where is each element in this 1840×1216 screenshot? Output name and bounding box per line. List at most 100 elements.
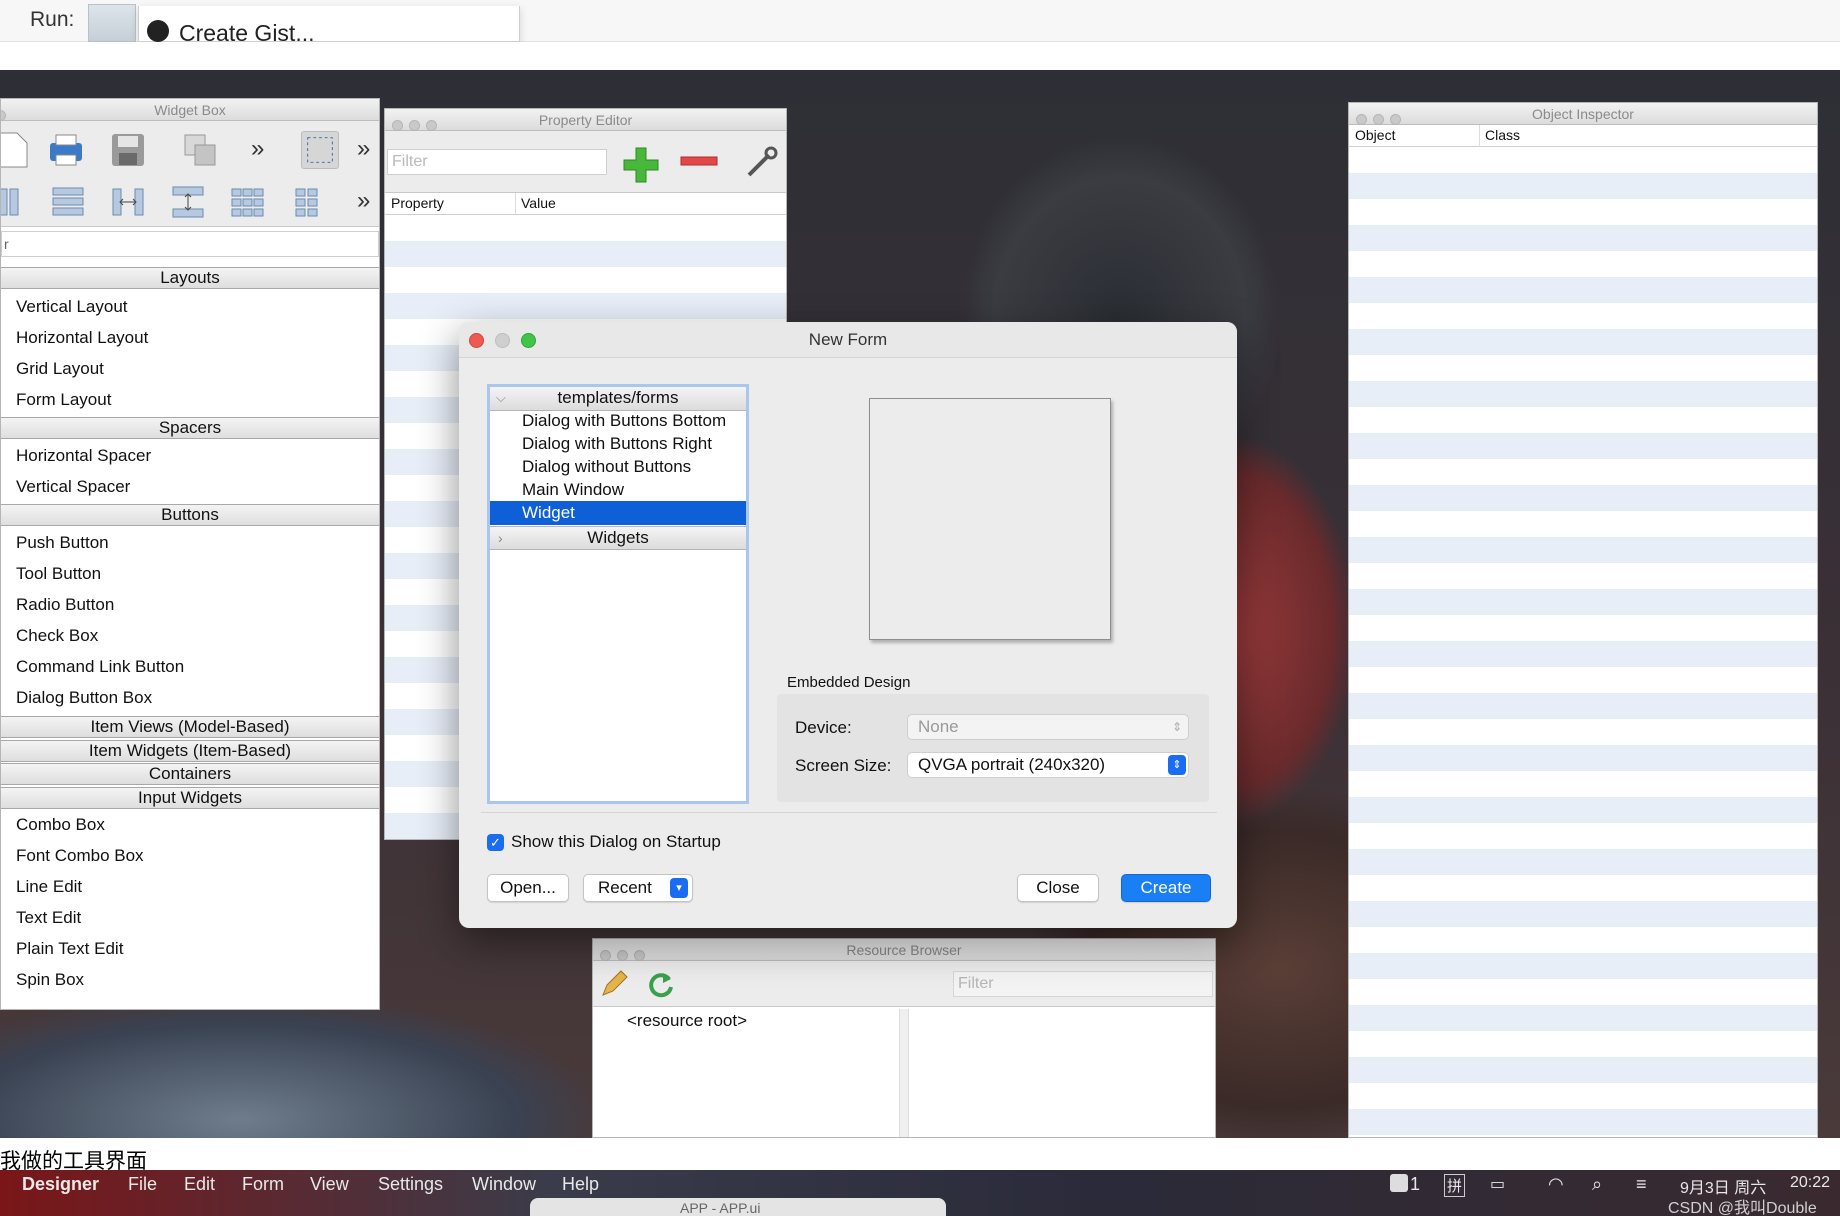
- menu-form[interactable]: Form: [242, 1174, 284, 1195]
- widget-item[interactable]: Text Edit: [16, 908, 81, 928]
- control-center-icon[interactable]: ≡: [1636, 1174, 1647, 1195]
- status-app-icon[interactable]: [1390, 1174, 1408, 1192]
- layout-splitter-h-icon[interactable]: [109, 183, 147, 221]
- widget-item[interactable]: Combo Box: [16, 815, 105, 835]
- widget-item[interactable]: Font Combo Box: [16, 846, 144, 866]
- resource-browser-title: Resource Browser: [846, 942, 962, 958]
- copy-icon[interactable]: [181, 131, 219, 169]
- configure-icon[interactable]: [745, 145, 779, 179]
- close-button[interactable]: Close: [1017, 874, 1099, 902]
- select-arrows-icon: ⇕: [1171, 720, 1182, 734]
- property-editor-titlebar[interactable]: Property Editor: [385, 109, 786, 131]
- menu-time[interactable]: 20:22: [1790, 1174, 1830, 1192]
- zoom-window-icon[interactable]: [521, 333, 536, 348]
- wifi-icon[interactable]: ◠: [1548, 1174, 1564, 1195]
- class-column-header[interactable]: Class: [1485, 127, 1520, 143]
- open-button[interactable]: Open...: [487, 874, 569, 902]
- category-spacers[interactable]: Spacers: [1, 417, 379, 439]
- layout-horizontal-icon[interactable]: [0, 183, 33, 221]
- ide-top-strip: Run: Create Gist...: [0, 0, 1840, 46]
- widget-item[interactable]: Push Button: [16, 533, 109, 553]
- property-filter-input[interactable]: Filter: [387, 149, 607, 175]
- template-item[interactable]: Main Window: [490, 478, 746, 502]
- template-item[interactable]: Dialog with Buttons Right: [490, 432, 746, 456]
- widget-item[interactable]: Command Link Button: [16, 657, 184, 677]
- menu-window[interactable]: Window: [472, 1174, 536, 1195]
- overflow-icon-2[interactable]: »: [357, 135, 370, 163]
- create-button[interactable]: Create: [1121, 874, 1211, 902]
- category-item-widgets[interactable]: Item Widgets (Item-Based): [1, 740, 379, 762]
- print-icon[interactable]: [47, 131, 85, 169]
- widget-item[interactable]: Line Edit: [16, 877, 82, 897]
- minimize-window-icon[interactable]: [495, 333, 510, 348]
- category-buttons[interactable]: Buttons: [1, 504, 379, 526]
- close-window-icon[interactable]: [469, 333, 484, 348]
- edit-resources-icon[interactable]: [599, 969, 629, 999]
- category-item-views[interactable]: Item Views (Model-Based): [1, 716, 379, 738]
- widget-item[interactable]: Horizontal Layout: [16, 328, 148, 348]
- menu-help[interactable]: Help: [562, 1174, 599, 1195]
- tree-group-widgets[interactable]: › Widgets: [490, 526, 746, 550]
- widget-item[interactable]: Plain Text Edit: [16, 939, 123, 959]
- save-icon[interactable]: [109, 131, 147, 169]
- widget-box-title: Widget Box: [154, 102, 226, 118]
- menu-app-name[interactable]: Designer: [22, 1174, 99, 1195]
- layout-grid-icon[interactable]: [229, 183, 267, 221]
- widget-item[interactable]: Tool Button: [16, 564, 101, 584]
- resource-browser-titlebar[interactable]: Resource Browser: [593, 939, 1215, 961]
- category-input-widgets[interactable]: Input Widgets: [1, 787, 379, 809]
- add-property-icon[interactable]: [621, 145, 661, 185]
- github-icon: [147, 20, 169, 42]
- resource-root-item[interactable]: <resource root>: [627, 1011, 747, 1031]
- widget-item[interactable]: Grid Layout: [16, 359, 104, 379]
- menu-edit[interactable]: Edit: [184, 1174, 215, 1195]
- widget-item[interactable]: Dialog Button Box: [16, 688, 152, 708]
- widget-item[interactable]: Spin Box: [16, 970, 84, 990]
- remove-property-icon[interactable]: [679, 155, 719, 169]
- selection-icon[interactable]: [301, 131, 339, 169]
- watermark: CSDN @我叫Double: [1668, 1200, 1817, 1216]
- reload-icon[interactable]: [645, 969, 675, 999]
- value-column-header[interactable]: Value: [521, 195, 556, 211]
- widget-item[interactable]: Form Layout: [16, 390, 111, 410]
- input-method-icon[interactable]: 拼: [1444, 1174, 1466, 1197]
- widget-item[interactable]: Radio Button: [16, 595, 114, 615]
- object-table-header: Object Class: [1349, 125, 1817, 147]
- show-startup-checkbox[interactable]: ✓: [487, 834, 504, 851]
- object-inspector-titlebar[interactable]: Object Inspector: [1349, 103, 1817, 125]
- property-column-header[interactable]: Property: [391, 195, 444, 211]
- layout-vertical-icon[interactable]: [49, 183, 87, 221]
- tree-group-templates-forms[interactable]: ⌵ templates/forms: [490, 387, 746, 411]
- battery-icon[interactable]: ▭: [1490, 1174, 1505, 1194]
- overflow-icon[interactable]: »: [251, 135, 264, 163]
- widget-item[interactable]: Horizontal Spacer: [16, 446, 151, 466]
- select-arrows-icon: ⇕: [1168, 755, 1186, 775]
- python-run-icon[interactable]: [88, 4, 136, 42]
- menu-settings[interactable]: Settings: [378, 1174, 443, 1195]
- template-item[interactable]: Dialog without Buttons: [490, 455, 746, 479]
- layout-form-icon[interactable]: [291, 183, 329, 221]
- template-item[interactable]: Dialog with Buttons Bottom: [490, 409, 746, 433]
- resource-filter-input[interactable]: Filter: [953, 971, 1213, 997]
- object-column-header[interactable]: Object: [1355, 127, 1395, 143]
- menu-view[interactable]: View: [310, 1174, 349, 1195]
- template-item-selected[interactable]: Widget: [490, 501, 746, 525]
- category-layouts[interactable]: Layouts: [1, 267, 379, 289]
- resource-splitter[interactable]: [899, 1009, 909, 1137]
- recent-button[interactable]: Recent ▾: [583, 874, 693, 902]
- screen-size-select[interactable]: QVGA portrait (240x320) ⇕: [907, 752, 1189, 778]
- layout-splitter-v-icon[interactable]: [169, 183, 207, 221]
- widget-item[interactable]: Vertical Layout: [16, 297, 128, 317]
- widget-item[interactable]: Vertical Spacer: [16, 477, 130, 497]
- widget-box-titlebar[interactable]: Widget Box: [1, 99, 379, 121]
- device-select[interactable]: None ⇕: [907, 714, 1189, 740]
- widget-item[interactable]: Check Box: [16, 626, 98, 646]
- overflow-icon-3[interactable]: »: [357, 187, 370, 215]
- new-form-titlebar[interactable]: New Form: [459, 322, 1237, 358]
- search-icon[interactable]: ⌕: [1592, 1174, 1602, 1195]
- menu-file[interactable]: File: [128, 1174, 157, 1195]
- category-containers[interactable]: Containers: [1, 763, 379, 785]
- new-form-icon[interactable]: [0, 131, 33, 169]
- embedded-design-label: Embedded Design: [787, 674, 911, 691]
- widget-filter-input[interactable]: r: [1, 231, 379, 257]
